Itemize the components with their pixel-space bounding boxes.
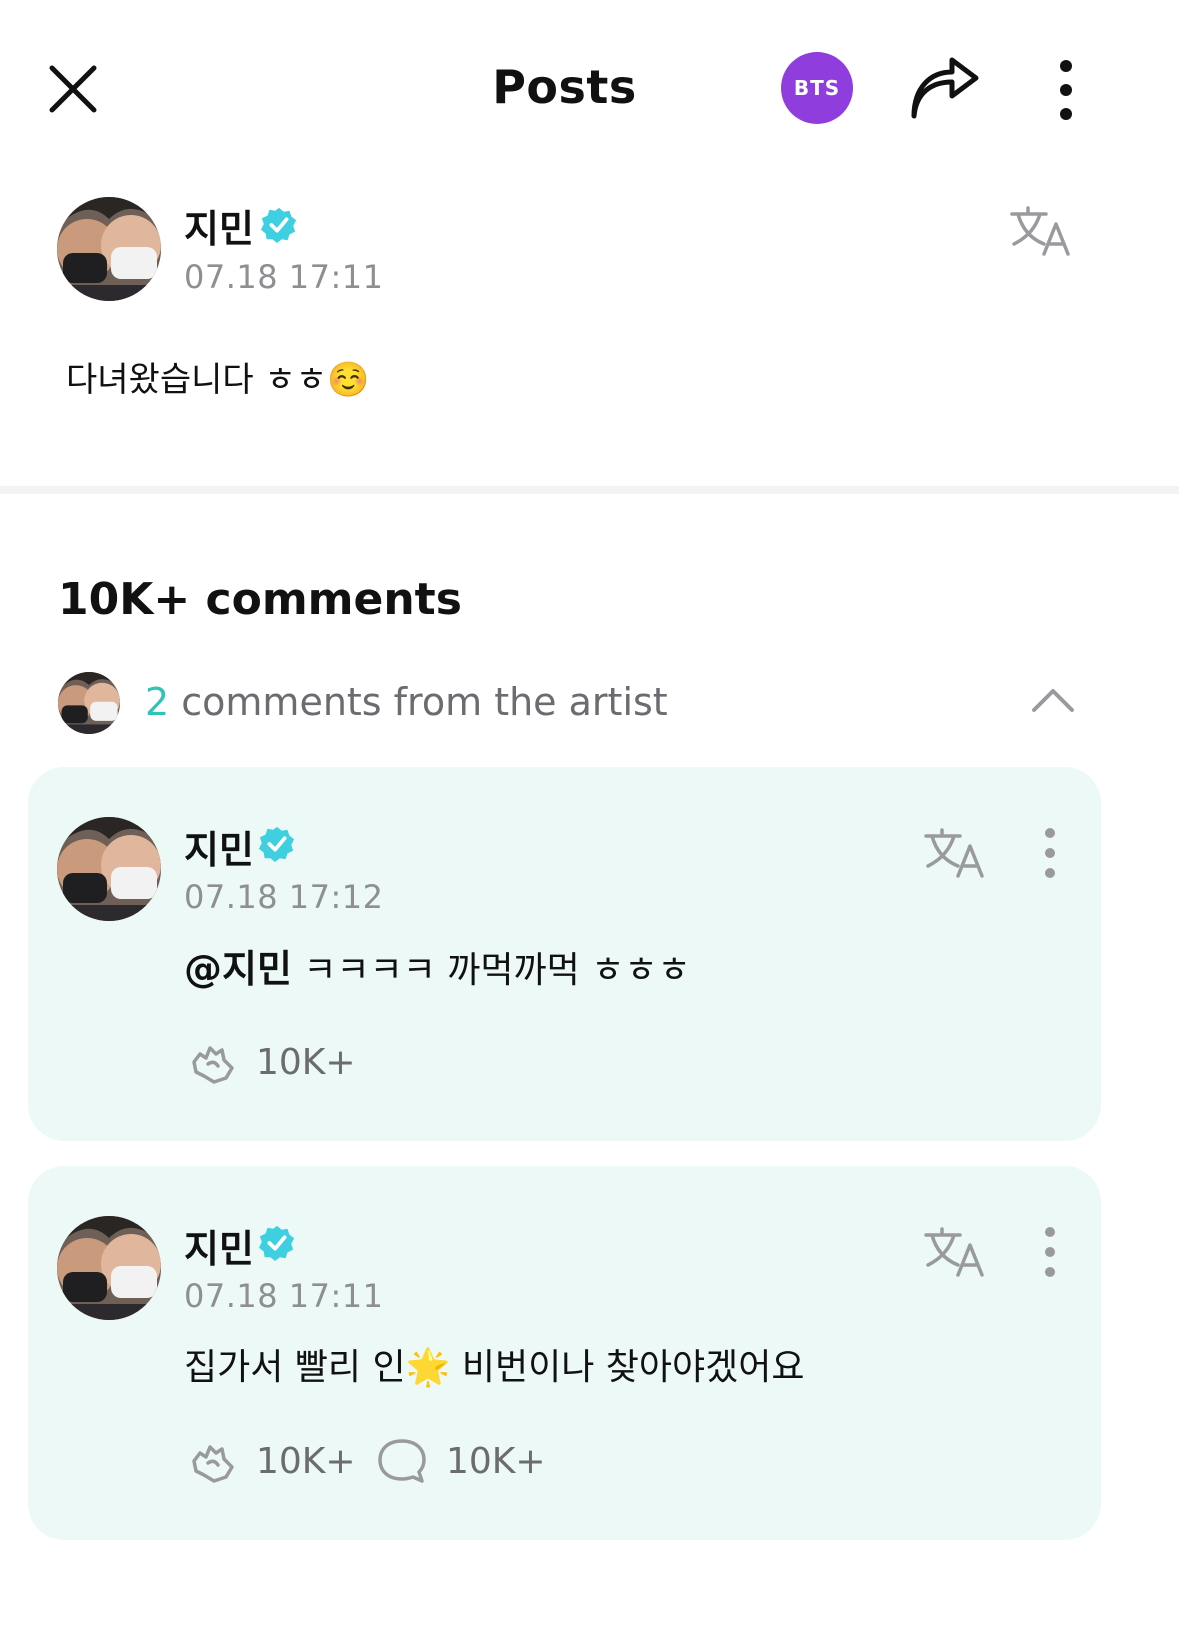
translate-button[interactable]	[922, 1225, 988, 1279]
reply-button[interactable]: 10K+	[376, 1437, 546, 1485]
translate-icon	[1010, 206, 1070, 256]
translate-icon	[924, 1227, 984, 1277]
comment-timestamp: 07.18 17:11	[184, 1277, 384, 1315]
artist-avatar	[58, 672, 120, 734]
more-vertical-icon	[1045, 828, 1055, 878]
artist-comments-label: comments from the artist	[169, 680, 668, 724]
cheer-icon	[192, 1445, 234, 1483]
verified-badge-icon	[260, 207, 297, 244]
artist-comments-toggle[interactable]: 2 comments from the artist	[145, 680, 668, 724]
avatar-photo	[58, 672, 120, 734]
comment-body: @지민 ㅋㅋㅋㅋ 까먹까먹 ㅎㅎㅎ	[184, 938, 691, 993]
share-icon	[911, 57, 979, 119]
cheer-icon	[192, 1046, 234, 1084]
avatar[interactable]	[57, 197, 161, 301]
community-badge[interactable]: BTS	[781, 52, 853, 124]
like-button[interactable]: 10K+	[186, 1437, 356, 1485]
translate-icon	[924, 828, 984, 878]
post-body: 다녀왔습니다 ㅎㅎ☺️	[66, 360, 370, 400]
avatar[interactable]	[57, 817, 161, 921]
verified-badge-icon	[258, 1225, 295, 1262]
share-button[interactable]	[908, 56, 982, 122]
comment-text: 집가서 빨리 인🌟 비번이나 찾아야겠어요	[184, 1347, 805, 1388]
comment-timestamp: 07.18 17:12	[184, 878, 384, 916]
like-button[interactable]: 10K+	[186, 1038, 356, 1086]
post-timestamp: 07.18 17:11	[184, 258, 384, 296]
comments-count: 10K+ comments	[58, 574, 462, 625]
translate-button[interactable]	[922, 826, 988, 880]
avatar[interactable]	[57, 1216, 161, 1320]
more-vertical-icon	[1045, 1227, 1055, 1277]
more-vertical-icon	[1060, 60, 1072, 120]
avatar-photo	[57, 817, 161, 921]
translate-button[interactable]	[1008, 204, 1074, 258]
avatar-photo	[57, 1216, 161, 1320]
comment-more-button[interactable]	[1036, 1225, 1064, 1279]
artist-comments-count: 2	[145, 680, 170, 724]
comment-more-button[interactable]	[1036, 826, 1064, 880]
author-name[interactable]: 지민	[184, 198, 254, 253]
mention[interactable]: @지민	[184, 947, 292, 991]
verified-badge-icon	[258, 826, 295, 863]
reply-count: 10K+	[446, 1440, 546, 1482]
like-count: 10K+	[256, 1440, 356, 1482]
comment-author[interactable]: 지민	[184, 1218, 254, 1273]
comment-author[interactable]: 지민	[184, 819, 254, 874]
chevron-up-icon[interactable]	[1030, 684, 1076, 716]
section-divider	[0, 486, 1179, 494]
more-options-button[interactable]	[1048, 58, 1084, 122]
comment-text: ㅋㅋㅋㅋ 까먹까먹 ㅎㅎㅎ	[291, 950, 691, 991]
like-count: 10K+	[256, 1041, 356, 1083]
comment-bubble-icon	[378, 1439, 426, 1483]
avatar-photo	[57, 197, 161, 301]
